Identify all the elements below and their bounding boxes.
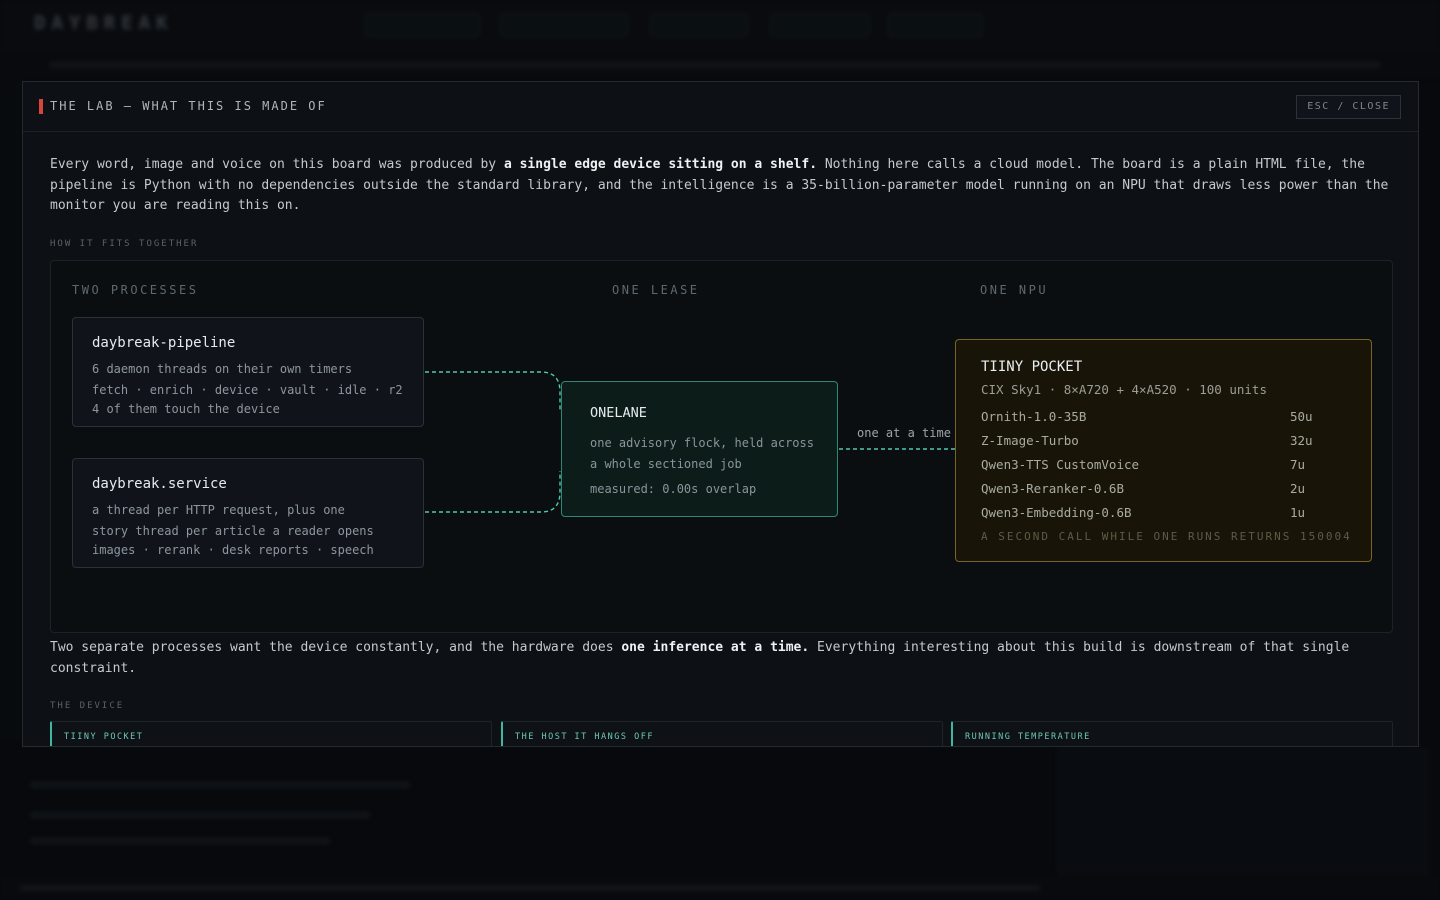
model-name: Ornith-1.0-35B xyxy=(981,409,1087,424)
modal-header: THE LAB — WHAT THIS IS MADE OF ESC / CLO… xyxy=(23,82,1418,132)
pipeline-process-box: daybreak-pipeline 6 daemon threads on th… xyxy=(72,317,424,427)
modal-title: THE LAB — WHAT THIS IS MADE OF xyxy=(50,99,327,113)
process-line: fetch · enrich · device · vault · idle ·… xyxy=(92,383,403,397)
card-host: THE HOST IT HANGS OFF xyxy=(501,721,943,746)
background-pill xyxy=(770,13,870,37)
background-line xyxy=(30,838,330,844)
background-nav-items xyxy=(50,62,1380,68)
lease-measured: measured: 0.00s overlap xyxy=(590,482,757,496)
npu-device-box: TIINY POCKET CIX Sky1 · 8×A720 + 4×A520 … xyxy=(955,339,1372,562)
npu-name: TIINY POCKET xyxy=(981,359,1083,375)
background-status-bar xyxy=(0,876,1440,900)
pipeline-connector xyxy=(425,371,561,411)
intro-paragraph: Every word, image and voice on this boar… xyxy=(50,155,1395,217)
model-name: Qwen3-Reranker-0.6B xyxy=(981,481,1124,496)
model-name: Qwen3-Embedding-0.6B xyxy=(981,505,1132,520)
intro-text: Every word, image and voice on this boar… xyxy=(50,157,504,172)
column-label-npu: ONE NPU xyxy=(980,283,1049,297)
model-name: Qwen3-TTS CustomVoice xyxy=(981,457,1140,472)
service-process-box: daybreak.service a thread per HTTP reque… xyxy=(72,458,424,568)
lease-line: one advisory flock, held across xyxy=(590,436,814,450)
lease-line: a whole sectioned job xyxy=(590,457,742,471)
intro-emphasis: a single edge device sitting on a shelf. xyxy=(503,157,818,172)
model-row: Ornith-1.0-35B 50u xyxy=(981,409,1371,433)
outro-text: Two separate processes want the device c… xyxy=(50,640,622,655)
outro-emphasis: one inference at a time. xyxy=(621,640,810,655)
service-connector xyxy=(425,471,561,513)
process-line: a thread per HTTP request, plus one xyxy=(92,503,345,517)
background-pill xyxy=(500,13,628,37)
outro-paragraph: Two separate processes want the device c… xyxy=(50,637,1395,679)
header-accent-mark xyxy=(39,99,43,114)
process-line: 6 daemon threads on their own timers xyxy=(92,362,353,376)
model-units: 50u xyxy=(1290,409,1313,424)
background-status-items xyxy=(20,885,1040,891)
process-line: story thread per article a reader opens xyxy=(92,524,374,538)
background-line xyxy=(30,782,410,788)
background-sidebar xyxy=(0,80,20,740)
model-units: 7u xyxy=(1290,457,1306,472)
model-row: Z-Image-Turbo 32u xyxy=(981,433,1371,457)
background-logo: DAYBREAK xyxy=(34,12,174,34)
model-row: Qwen3-Embedding-0.6B 1u xyxy=(981,505,1371,529)
process-line: 4 of them touch the device xyxy=(92,402,280,416)
model-units: 2u xyxy=(1290,481,1306,496)
background-pill xyxy=(888,13,983,37)
onelane-lease-box: ONELANE one advisory flock, held across … xyxy=(561,381,838,517)
model-units: 1u xyxy=(1290,505,1306,520)
background-pill xyxy=(650,13,748,37)
close-button[interactable]: ESC / CLOSE xyxy=(1296,95,1401,119)
model-units: 32u xyxy=(1290,433,1313,448)
card-label: THE HOST IT HANGS OFF xyxy=(515,732,654,742)
lease-name: ONELANE xyxy=(590,405,647,421)
card-label: TIINY POCKET xyxy=(64,732,144,742)
device-section-label: THE DEVICE xyxy=(50,701,125,711)
architecture-diagram: TWO PROCESSES ONE LEASE ONE NPU daybreak… xyxy=(50,260,1393,633)
device-cards: TIINY POCKET THE HOST IT HANGS OFF RUNNI… xyxy=(50,721,1393,746)
npu-note: A SECOND CALL WHILE ONE RUNS RETURNS 150… xyxy=(981,530,1352,543)
background-line xyxy=(30,812,370,818)
process-name: daybreak-pipeline xyxy=(92,335,236,351)
card-tiiny-pocket: TIINY POCKET xyxy=(50,721,492,746)
lab-modal: THE LAB — WHAT THIS IS MADE OF ESC / CLO… xyxy=(22,81,1419,747)
process-line: images · rerank · desk reports · speech xyxy=(92,543,374,557)
card-temperature: RUNNING TEMPERATURE xyxy=(951,721,1393,746)
model-row: Qwen3-Reranker-0.6B 2u xyxy=(981,481,1371,505)
link-label: one at a time xyxy=(857,426,951,440)
background-panel xyxy=(1058,748,1428,888)
column-label-lease: ONE LEASE xyxy=(612,283,700,297)
how-it-fits-label: HOW IT FITS TOGETHER xyxy=(50,239,199,249)
background-pill xyxy=(365,13,480,37)
column-label-processes: TWO PROCESSES xyxy=(72,283,199,297)
process-name: daybreak.service xyxy=(92,476,227,492)
model-name: Z-Image-Turbo xyxy=(981,433,1079,448)
background-nav-row xyxy=(0,52,1440,78)
model-row: Qwen3-TTS CustomVoice 7u xyxy=(981,457,1371,481)
npu-spec: CIX Sky1 · 8×A720 + 4×A520 · 100 units xyxy=(981,382,1267,397)
card-label: RUNNING TEMPERATURE xyxy=(965,732,1091,742)
background-top-bar: DAYBREAK xyxy=(0,0,1440,50)
